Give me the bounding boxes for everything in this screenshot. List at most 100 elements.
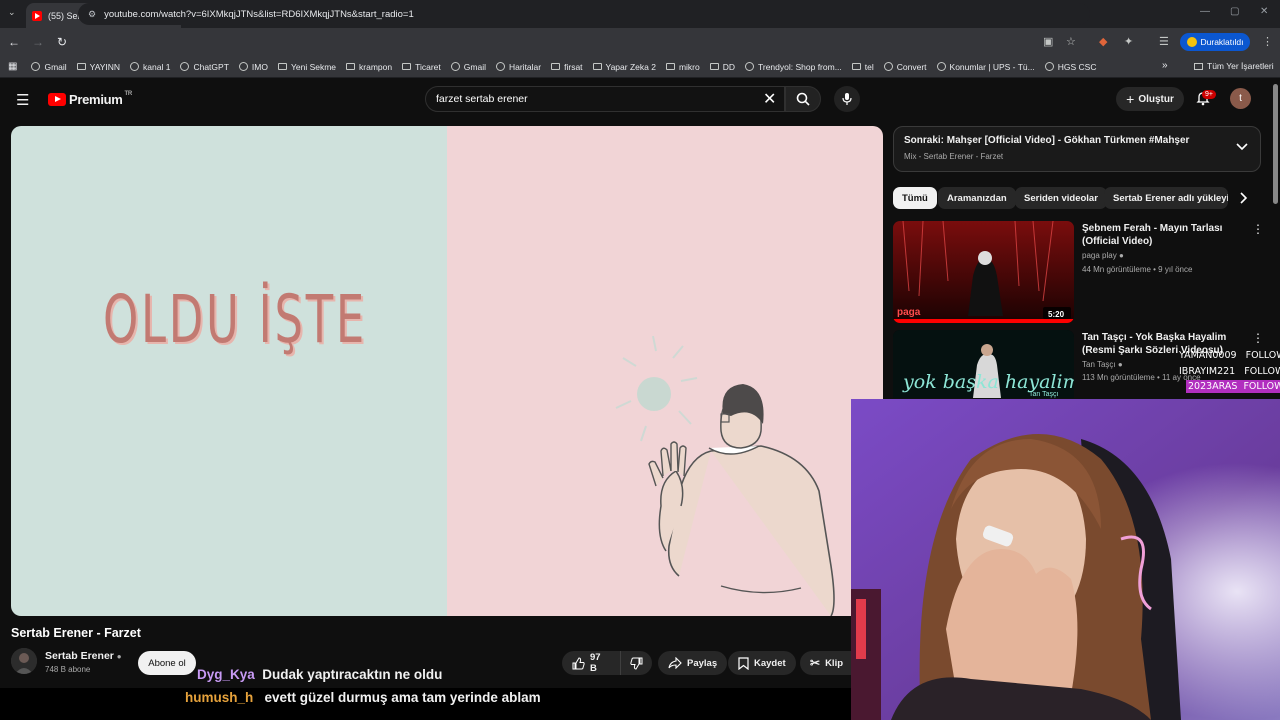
bookmark-item[interactable]: Yeni Sekme: [277, 61, 337, 72]
bookmarks-bar: ▦ Gmail YAYINN kanal 1 ChatGPT IMO Yeni Sekme…: [0, 56, 1280, 78]
follow-alert-2: IBRAYIM221 FOLLOW: [1179, 366, 1280, 377]
tab-search-icon[interactable]: ⌄: [8, 7, 16, 18]
chips-next-icon[interactable]: [1240, 191, 1248, 209]
bookmark-item[interactable]: kanal 1: [130, 62, 170, 72]
minimize-icon[interactable]: —: [1200, 6, 1210, 17]
related-thumbnail-1[interactable]: paga 5:20: [893, 221, 1074, 323]
bookmark-item[interactable]: DD: [709, 61, 735, 72]
maximize-icon[interactable]: ▢: [1230, 6, 1239, 17]
bookmark-item[interactable]: tel: [851, 61, 874, 72]
related-title-1[interactable]: Şebnem Ferah - Mayın Tarlası (Official V…: [1082, 222, 1252, 248]
bookmark-item[interactable]: Convert: [883, 62, 927, 72]
clear-search-icon[interactable]: ✕: [763, 89, 776, 109]
like-count: 97 B: [589, 652, 601, 674]
window-close-icon[interactable]: ✕: [1260, 6, 1268, 17]
video-left-panel: [11, 126, 447, 616]
search-button[interactable]: [785, 86, 821, 112]
clip-button[interactable]: ✂ Klip: [800, 651, 851, 675]
channel-avatar[interactable]: [11, 648, 37, 674]
bookmark-label: Yeni Sekme: [290, 61, 337, 72]
bookmark-item[interactable]: Ticaret: [402, 62, 441, 72]
thumbs-down-icon: [630, 657, 643, 670]
chip-from-search[interactable]: Aramanızdan: [938, 187, 1016, 209]
profile-avatar-icon: [1186, 37, 1197, 47]
chip-all[interactable]: Tümü: [893, 187, 937, 209]
chat-text: Dudak yaptıracaktın ne oldu: [262, 667, 443, 682]
bookmark-item[interactable]: krampon: [346, 62, 392, 72]
bookmark-list: Gmail YAYINN kanal 1 ChatGPT IMO Yeni Sekme kr…: [31, 62, 1106, 72]
cast-icon[interactable]: ▣: [1043, 35, 1053, 48]
back-icon[interactable]: ←: [2, 35, 26, 49]
item-menu-icon[interactable]: ⋮: [1252, 222, 1264, 236]
up-next-title: Sonraki: Mahşer [Official Video] - Gökha…: [904, 135, 1190, 146]
create-button[interactable]: + Oluştur: [1116, 87, 1184, 111]
chat-message-1: Dyg_Kya Dudak yaptıracaktın ne oldu: [197, 667, 442, 682]
share-icon: [668, 657, 682, 669]
address-bar[interactable]: ⚙ youtube.com/watch?v=6IXMkqjJTNs&list=R…: [78, 3, 1090, 25]
channel-name[interactable]: Sertab Erener ●: [45, 650, 122, 662]
related-channel-text-2: Tan Taşçı: [1082, 360, 1116, 369]
bookmark-item[interactable]: Konumlar | UPS - Tü...: [936, 62, 1035, 72]
reload-icon[interactable]: ↻: [50, 35, 74, 49]
bookmark-label: tel: [864, 61, 874, 72]
hamburger-menu-icon[interactable]: ☰: [16, 91, 29, 109]
all-bookmarks-folder[interactable]: Tüm Yer İşaretleri: [1194, 61, 1274, 71]
follow-action: FOLLOW: [1244, 366, 1280, 377]
extensions-puzzle-icon[interactable]: ✦: [1124, 35, 1133, 48]
bookmark-label: firsat: [564, 61, 583, 72]
tab-menu-icon[interactable]: ☰: [1159, 35, 1169, 48]
chip-uploader[interactable]: Sertab Erener adlı yükleyici: [1104, 187, 1228, 209]
paused-label: Duraklatıldı: [1200, 37, 1244, 47]
chip-series-videos[interactable]: Seriden videolar: [1015, 187, 1107, 209]
bookmark-item[interactable]: HGS CSC: [1044, 62, 1096, 72]
logo-text: Premium: [69, 92, 123, 107]
bookmark-item[interactable]: Gmail: [450, 62, 486, 72]
bookmark-item[interactable]: YAYINN: [76, 61, 121, 72]
share-button[interactable]: Paylaş: [658, 651, 728, 675]
apps-grid-icon[interactable]: ▦: [8, 61, 17, 72]
bookmark-label: DD: [722, 61, 735, 72]
search-input[interactable]: farzet sertab erener: [425, 86, 785, 112]
bookmark-star-icon[interactable]: ☆: [1066, 35, 1076, 48]
bookmark-item[interactable]: firsat: [551, 61, 583, 72]
follow-action: FOLLOW: [1245, 350, 1280, 361]
follower-name: IBRAYIM221: [1179, 366, 1236, 377]
item-menu-icon[interactable]: ⋮: [1252, 331, 1264, 345]
bookmark-item[interactable]: ChatGPT: [180, 62, 229, 72]
bookmark-item[interactable]: Trendyol: Shop from...: [745, 62, 842, 72]
chat-text: evett güzel durmuş ama tam yerinde ablam: [264, 690, 541, 705]
duration-label: 5:20: [1048, 310, 1065, 319]
save-button[interactable]: Kaydet: [728, 651, 796, 675]
bookmark-icon: [883, 62, 893, 71]
related-channel-1[interactable]: paga play ●: [1082, 251, 1124, 260]
related-thumbnail-2[interactable]: yok başka hayalim Tan Taşçı: [893, 330, 1074, 398]
page-scrollbar[interactable]: [1273, 84, 1278, 204]
bookmark-item[interactable]: Haritalar: [495, 62, 541, 72]
related-channel-2[interactable]: Tan Taşçı ●: [1082, 360, 1123, 369]
bookmark-item[interactable]: IMO: [238, 62, 268, 72]
account-avatar[interactable]: t: [1230, 88, 1251, 109]
browser-menu-icon[interactable]: ⋮: [1262, 35, 1273, 48]
up-next-panel[interactable]: [893, 126, 1261, 172]
dislike-button[interactable]: [620, 651, 652, 675]
video-player[interactable]: OLDU İŞTE: [11, 126, 883, 616]
bookmark-icon: [130, 62, 140, 71]
forward-icon[interactable]: →: [26, 35, 50, 49]
voice-search-button[interactable]: [834, 86, 860, 112]
like-button[interactable]: 97 B: [562, 651, 620, 675]
bookmark-item[interactable]: Yapar Zeka 2: [592, 62, 656, 72]
expand-chevron-icon[interactable]: [1236, 140, 1248, 154]
scissors-icon: ✂: [810, 656, 821, 670]
profile-paused-button[interactable]: Duraklatıldı: [1180, 33, 1250, 51]
site-info-icon[interactable]: ⚙: [88, 9, 96, 20]
bookmark-item[interactable]: Gmail: [31, 62, 67, 72]
more-bookmarks-icon[interactable]: »: [1162, 60, 1168, 71]
save-label: Kaydet: [754, 657, 786, 669]
all-bookmarks-label: Tüm Yer İşaretleri: [1207, 61, 1274, 71]
youtube-premium-logo[interactable]: Premium TR: [48, 91, 132, 107]
bookmark-item[interactable]: mikro: [665, 61, 700, 72]
bookmark-label: mikro: [678, 61, 700, 72]
bookmark-label: YAYINN: [89, 61, 121, 72]
extension-icon[interactable]: ◆: [1099, 35, 1107, 48]
subscribe-button[interactable]: Abone ol: [138, 651, 196, 675]
